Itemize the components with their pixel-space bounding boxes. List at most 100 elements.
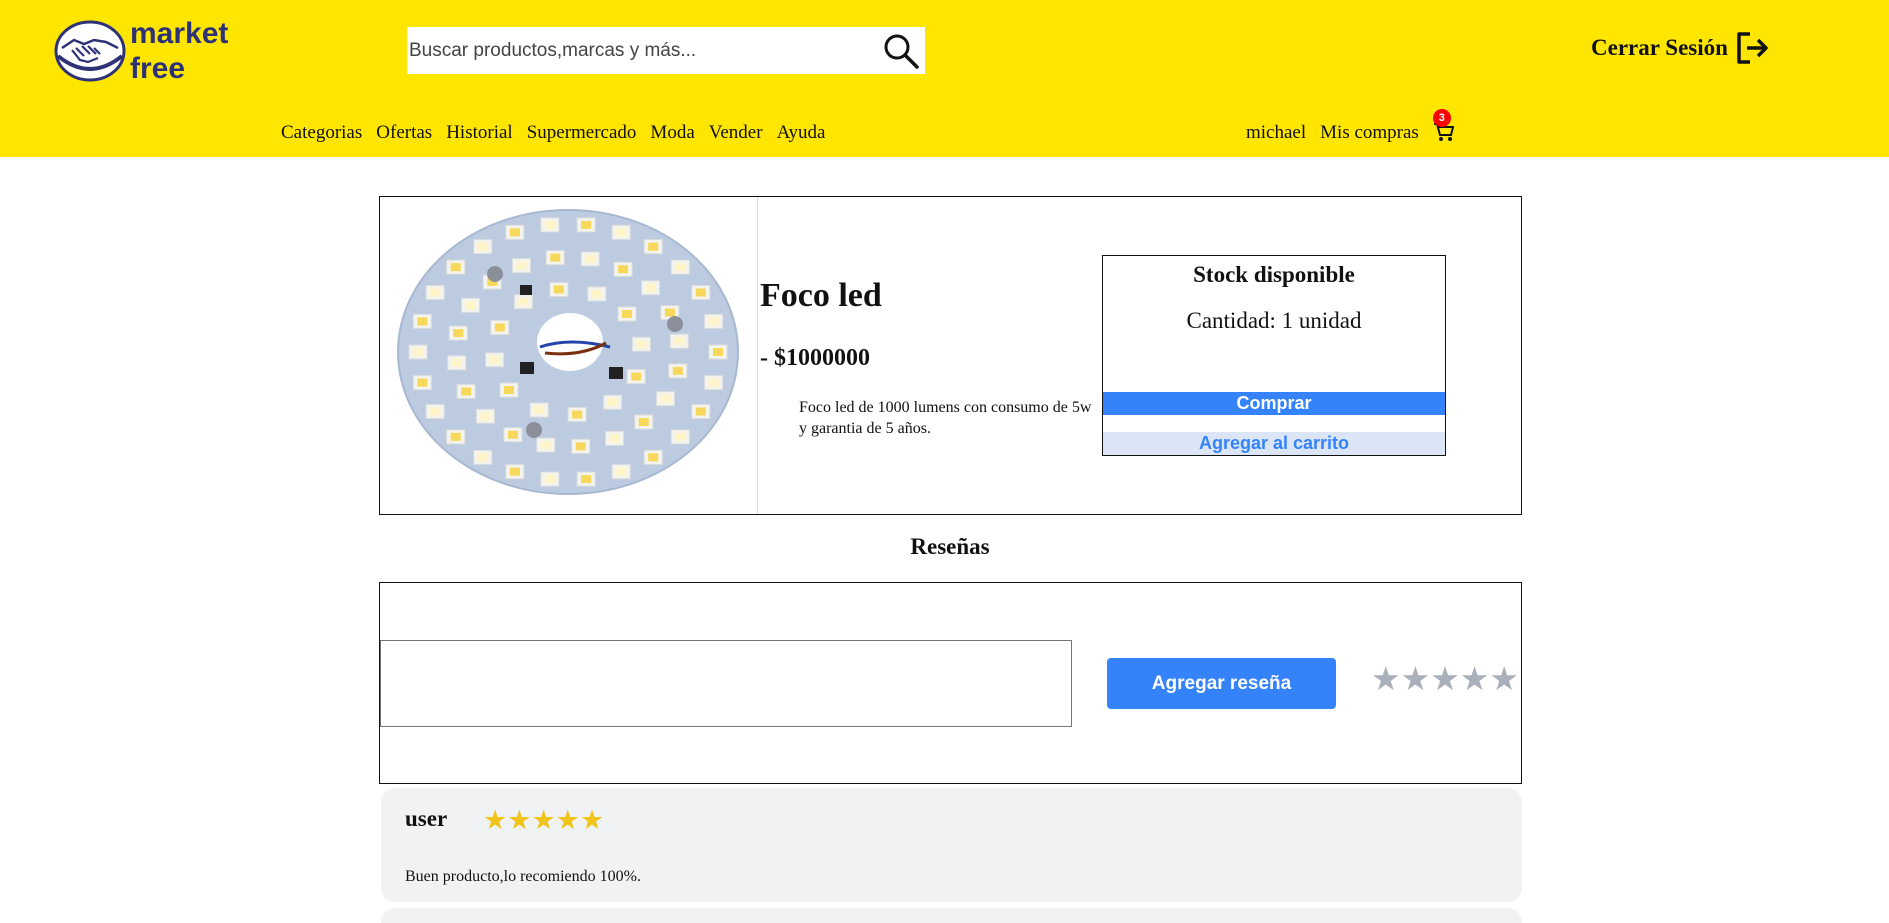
led-chip-light xyxy=(465,301,476,310)
led-chip-light xyxy=(451,358,462,367)
cart-button[interactable]: 3 xyxy=(1432,109,1455,143)
led-chip-light xyxy=(450,263,461,272)
nav-item-moda[interactable]: Moda xyxy=(650,122,694,144)
led-chip-light xyxy=(572,410,583,419)
led-chip-light xyxy=(509,228,520,237)
led-chip-light xyxy=(581,475,592,484)
product-price: - $1000000 xyxy=(760,345,870,371)
led-chip-light xyxy=(695,288,706,297)
rating-star-1[interactable]: ★ xyxy=(1371,660,1401,700)
rating-star-2[interactable]: ★ xyxy=(1401,660,1431,700)
led-chip-light xyxy=(453,329,464,338)
led-chip-light xyxy=(648,242,659,251)
buy-button[interactable]: Comprar xyxy=(1103,392,1445,415)
led-chip-light xyxy=(544,220,555,229)
led-chip-light xyxy=(430,288,441,297)
logout-icon xyxy=(1737,32,1768,64)
logout-button[interactable]: Cerrar Sesión xyxy=(1591,30,1770,66)
review-star: ★ xyxy=(555,805,580,835)
led-chip-light xyxy=(494,323,505,332)
rating-star-4[interactable]: ★ xyxy=(1460,660,1490,700)
led-chip-light xyxy=(675,263,686,272)
led-chip-light xyxy=(674,337,685,346)
led-chip-light xyxy=(616,228,627,237)
review-item xyxy=(381,908,1522,923)
add-review-button[interactable]: Agregar reseña xyxy=(1107,658,1336,709)
search-icon xyxy=(884,34,919,69)
site-header: market free Cerrar Sesión Categorias Ofe… xyxy=(0,0,1889,157)
led-chip-light xyxy=(477,453,488,462)
led-board-image xyxy=(397,209,739,495)
add-to-cart-button[interactable]: Agregar al carrito xyxy=(1103,432,1445,455)
nav-item-vender[interactable]: Vender xyxy=(709,122,763,144)
led-chip-light xyxy=(430,407,441,416)
nav-item-supermercado[interactable]: Supermercado xyxy=(527,122,637,144)
led-chip-light xyxy=(540,441,551,450)
led-chip-light xyxy=(616,467,627,476)
led-chip-light xyxy=(713,348,723,356)
led-chip-light xyxy=(581,220,592,229)
search-button[interactable] xyxy=(881,31,921,71)
brand-logo[interactable]: market free xyxy=(54,16,228,86)
handshake-logo-icon xyxy=(54,20,126,82)
review-item: user ★ ★ ★ ★ ★ Buen producto,lo recomien… xyxy=(381,788,1522,902)
led-chip-light xyxy=(664,308,675,317)
brand-name-line1: market xyxy=(130,17,229,50)
brand-name: market free xyxy=(130,16,228,86)
review-stars: ★ ★ ★ ★ ★ xyxy=(483,804,604,836)
led-chip-light xyxy=(636,340,647,349)
led-chip-light xyxy=(516,261,527,270)
led-chip-light xyxy=(638,417,649,426)
led-chip-light xyxy=(591,289,602,298)
review-author: user xyxy=(405,806,448,831)
led-chip-light xyxy=(672,366,683,375)
product-card: Foco led - $1000000 Foco led de 1000 lum… xyxy=(379,196,1522,515)
username-link[interactable]: michael xyxy=(1246,122,1306,144)
logout-label: Cerrar Sesión xyxy=(1591,35,1728,60)
led-chip-light xyxy=(518,297,529,306)
led-chip-light xyxy=(607,398,618,407)
led-chip-light xyxy=(534,406,545,415)
led-chip-light xyxy=(417,378,428,387)
led-chip-light xyxy=(489,355,500,364)
product-image xyxy=(380,197,758,514)
led-chip-light xyxy=(675,432,686,441)
stock-title: Stock disponible xyxy=(1193,262,1355,287)
rating-star-5[interactable]: ★ xyxy=(1489,660,1519,700)
nav-item-ayuda[interactable]: Ayuda xyxy=(777,122,826,144)
led-chip-light xyxy=(585,254,596,263)
review-form: Agregar reseña ★ ★ ★ ★ ★ xyxy=(379,582,1522,784)
led-chip-light xyxy=(631,372,642,381)
led-chip-light xyxy=(417,317,428,326)
led-chip-light xyxy=(553,285,564,294)
led-chip-light xyxy=(550,253,561,262)
led-chip-light xyxy=(503,385,514,394)
my-purchases-link[interactable]: Mis compras xyxy=(1320,122,1419,144)
led-chip-light xyxy=(509,467,520,476)
nav-item-categorias[interactable]: Categorias xyxy=(281,122,362,144)
nav-item-historial[interactable]: Historial xyxy=(446,122,513,144)
led-chip-light xyxy=(544,475,555,484)
stock-quantity: Cantidad: 1 unidad xyxy=(1186,308,1362,333)
review-star: ★ xyxy=(531,805,556,835)
led-chip-light xyxy=(660,394,671,403)
review-star: ★ xyxy=(507,805,532,835)
nav-item-ofertas[interactable]: Ofertas xyxy=(376,122,432,144)
review-text-input[interactable] xyxy=(380,640,1072,727)
review-star: ★ xyxy=(483,805,508,835)
led-chip-light xyxy=(622,310,633,319)
led-chip-light xyxy=(708,378,719,387)
star-rating-input: ★ ★ ★ ★ ★ xyxy=(1371,660,1519,700)
led-chip-light xyxy=(645,283,656,292)
led-chip-light xyxy=(695,407,706,416)
led-chip-light xyxy=(477,242,488,251)
led-chip-light xyxy=(480,412,491,421)
search-bar xyxy=(407,27,925,74)
led-chip-light xyxy=(461,387,472,396)
reviews-heading: Reseñas xyxy=(910,534,990,559)
rating-star-3[interactable]: ★ xyxy=(1430,660,1460,700)
search-input[interactable] xyxy=(407,28,867,73)
product-description: Foco led de 1000 lumens con consumo de 5… xyxy=(799,399,1092,437)
review-star: ★ xyxy=(579,805,605,835)
brand-name-line2: free xyxy=(130,52,186,85)
